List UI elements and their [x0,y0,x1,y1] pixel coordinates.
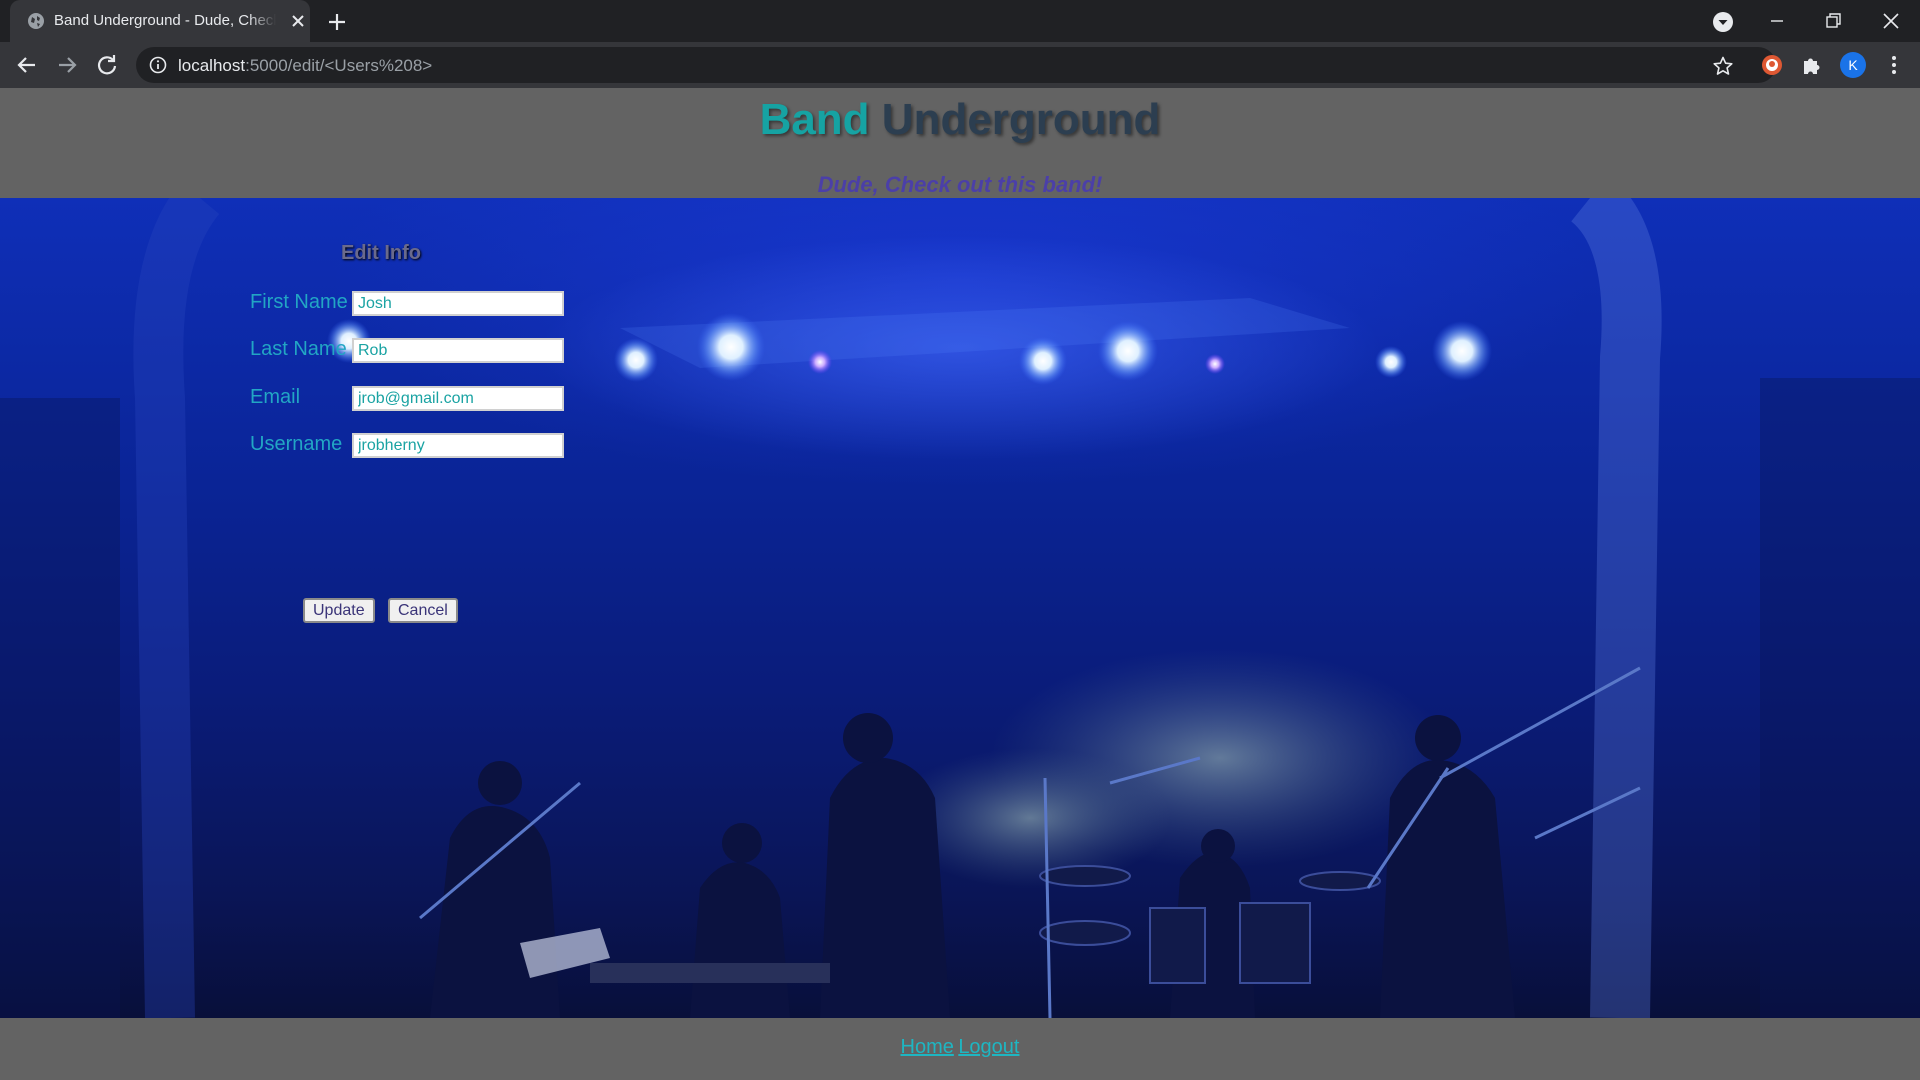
url-path: :5000/edit/<Users%208> [245,56,433,75]
home-link[interactable]: Home [901,1036,954,1058]
last-name-field[interactable] [352,338,564,363]
username-label: Username [250,433,343,455]
address-bar[interactable]: localhost:5000/edit/<Users%208> [136,47,1776,83]
username-field[interactable] [352,433,564,458]
site-header: Band Underground Dude, Check out this ba… [0,88,1920,198]
first-name-field[interactable] [352,291,564,316]
url-host: localhost [178,56,246,75]
kebab-menu-icon[interactable] [1882,53,1906,77]
page-content: Band Underground Dude, Check out this ba… [0,88,1920,1080]
star-icon[interactable] [1712,55,1734,77]
first-name-label: First Name [250,291,348,313]
site-footer: Home Logout [0,1018,1920,1080]
plus-icon[interactable] [326,11,348,33]
site-title-accent: Band [759,95,870,144]
restore-icon[interactable] [1820,8,1846,34]
site-title: Band Underground [0,95,1920,145]
forward-arrow-icon[interactable] [53,51,81,79]
update-button[interactable]: Update [303,598,375,623]
info-icon[interactable] [148,55,168,75]
duckduckgo-icon[interactable] [1760,53,1784,77]
url-text: localhost:5000/edit/<Users%208> [178,56,432,76]
browser-tab-strip: Band Underground - Dude, Check out this … [0,0,1920,42]
profile-avatar[interactable]: K [1840,52,1866,78]
browser-tab[interactable]: Band Underground - Dude, Check out this … [10,0,310,42]
puzzle-icon[interactable] [1800,53,1824,77]
email-field[interactable] [352,386,564,411]
concert-scene-illustration [0,198,1920,1018]
site-tagline: Dude, Check out this band! [817,172,1103,197]
tab-title: Band Underground - Dude, Check out this … [54,12,276,29]
reload-icon[interactable] [93,51,121,79]
last-name-label: Last Name [250,338,347,360]
tab-search-icon[interactable] [1712,11,1734,33]
email-label: Email [250,386,301,408]
concert-background-image: Edit Info First Name Last Name Email Use… [0,198,1920,1018]
site-title-rest: Underground [881,95,1161,144]
window-close-icon[interactable] [1878,8,1904,34]
globe-icon [28,13,44,29]
edit-info-heading: Edit Info [341,242,421,264]
cancel-button[interactable]: Cancel [388,598,458,623]
browser-toolbar: localhost:5000/edit/<Users%208> K [0,42,1920,88]
logout-link[interactable]: Logout [958,1036,1019,1058]
minimize-icon[interactable] [1764,8,1790,34]
close-icon[interactable] [289,12,307,30]
back-arrow-icon[interactable] [13,51,41,79]
